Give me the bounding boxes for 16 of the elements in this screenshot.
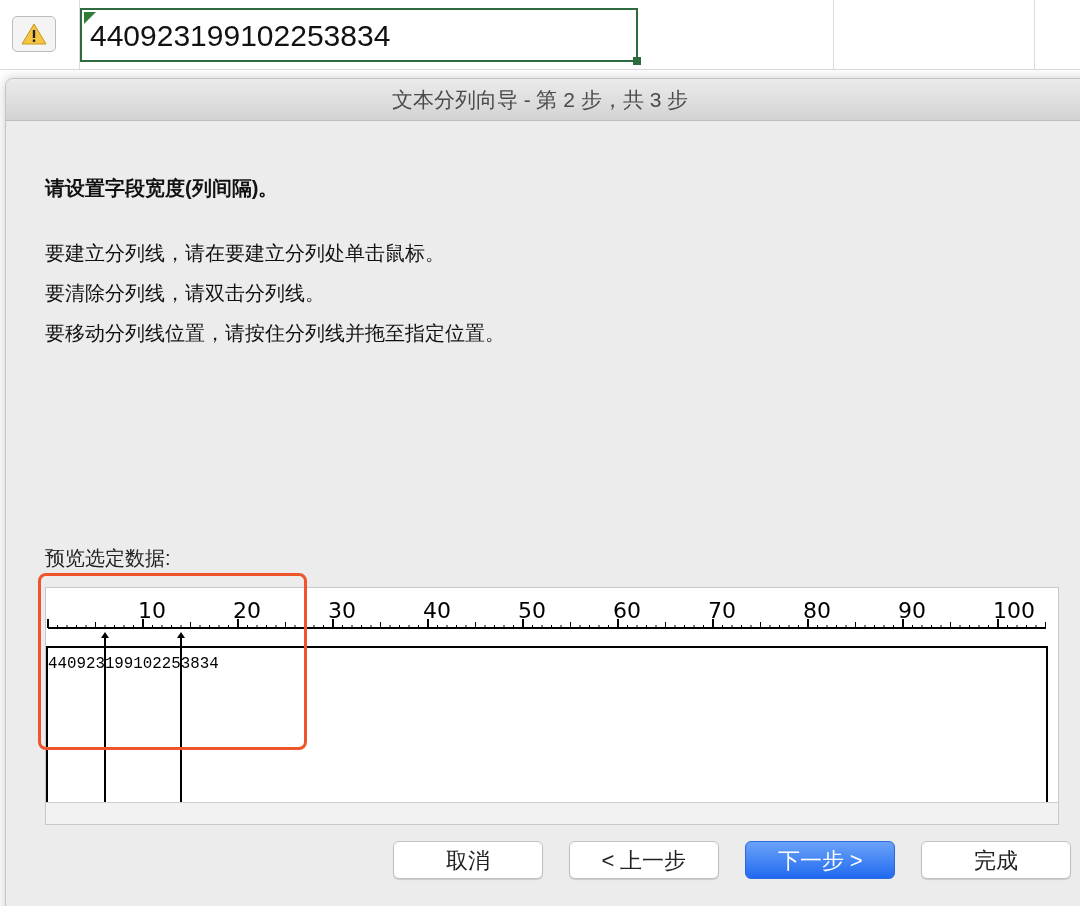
dialog-button[interactable]: < 上一步 <box>569 841 719 879</box>
heading: 请设置字段宽度(列间隔)。 <box>45 176 280 201</box>
ruler[interactable]: 10 20 30 40 50 60 70 80 90 100 <box>46 588 1058 646</box>
warning-icon <box>21 23 47 45</box>
scrollbar-track[interactable] <box>46 802 1058 824</box>
instruction-text: 要清除分列线，请双击分列线。 <box>45 281 326 306</box>
instruction-text: 要移动分列线位置，请按住分列线并拖至指定位置。 <box>45 321 506 346</box>
window-title: 文本分列向导 - 第 2 步，共 3 步 <box>391 86 689 113</box>
fill-handle[interactable] <box>633 57 641 65</box>
comment-marker-icon <box>84 12 96 24</box>
dialog-button[interactable]: 完成 <box>921 841 1071 879</box>
cell-value: 440923199102253834 <box>90 17 391 54</box>
preview-label: 预览选定数据: <box>45 546 172 571</box>
dialog-button[interactable]: 取消 <box>393 841 543 879</box>
warning-button[interactable] <box>12 16 56 52</box>
instruction-text: 要建立分列线，请在要建立分列处单击鼠标。 <box>45 241 446 266</box>
